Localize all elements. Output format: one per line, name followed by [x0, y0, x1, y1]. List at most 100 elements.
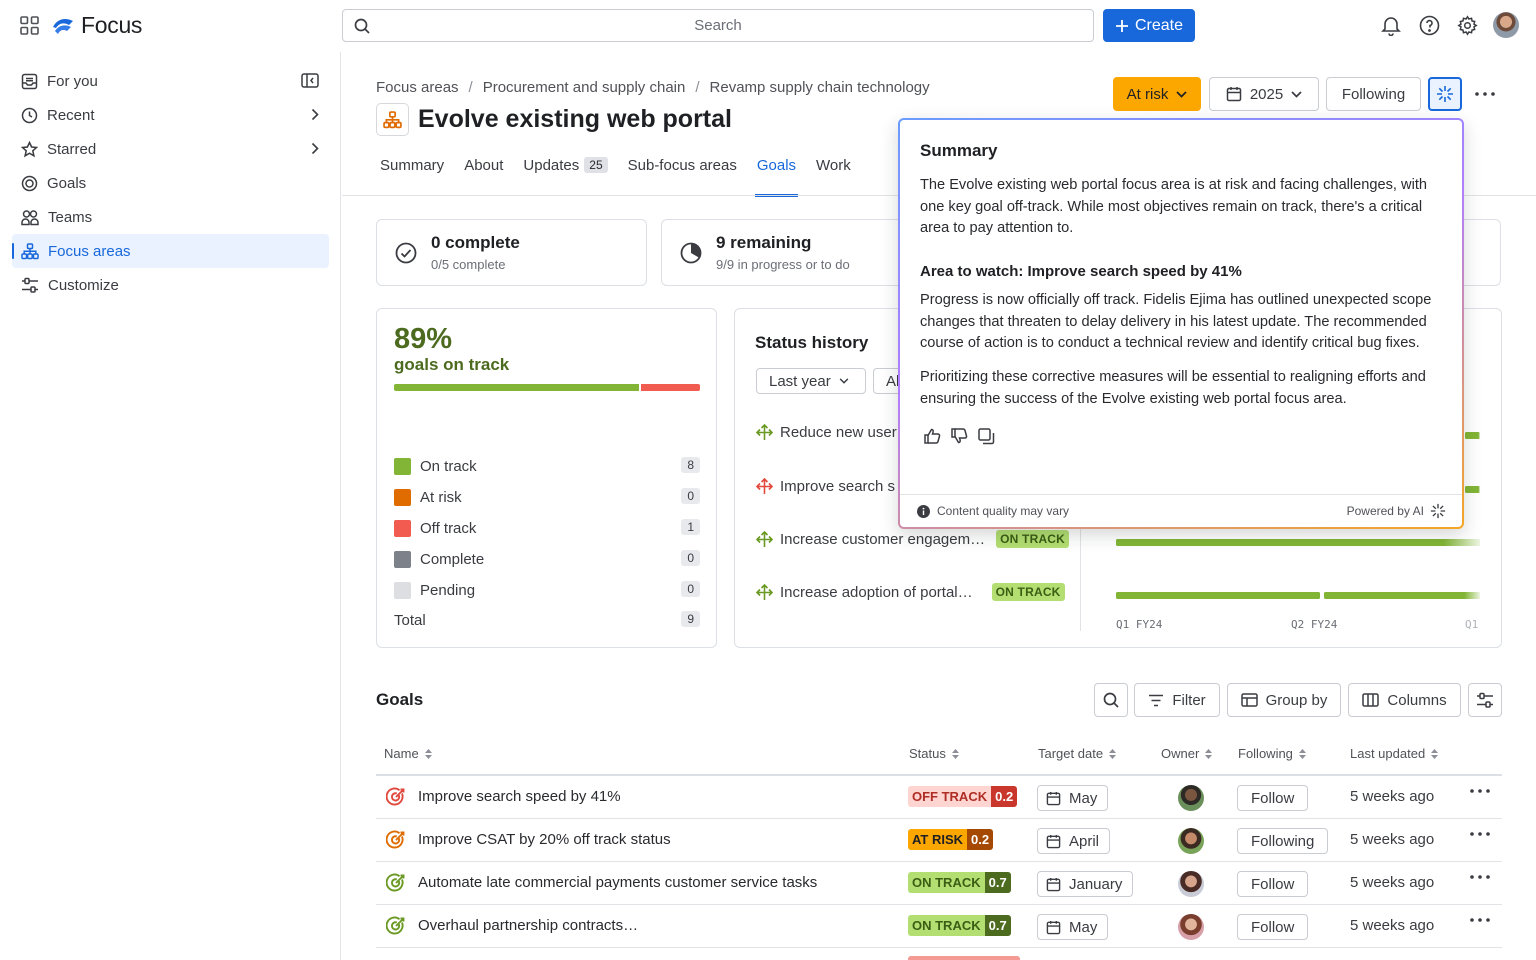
legend-swatch — [394, 581, 411, 599]
legend-row-pending: Pending 0 — [394, 580, 700, 600]
year-dropdown[interactable]: 2025 — [1209, 77, 1319, 111]
star-icon — [21, 140, 38, 157]
chevron-right-icon[interactable] — [311, 108, 319, 121]
sidebar-item-recent[interactable]: Recent — [12, 98, 329, 132]
follow-button[interactable]: Follow — [1237, 785, 1309, 811]
sidebar-item-focus-areas[interactable]: Focus areas — [12, 234, 329, 268]
sidebar-item-goals[interactable]: Goals — [12, 166, 329, 200]
collapse-sidebar-icon[interactable] — [301, 73, 319, 88]
off-track-bar-segment — [641, 384, 700, 391]
group-icon — [1240, 693, 1258, 707]
status-badge: OFF TRACK 0.2 — [908, 786, 1018, 807]
tab-goals[interactable]: Goals — [754, 157, 799, 197]
ai-summary-button[interactable] — [1428, 77, 1462, 111]
more-actions-icon[interactable] — [1475, 92, 1495, 96]
goal-name[interactable]: Improve search speed by 41% — [418, 788, 621, 805]
sort-icon — [951, 748, 959, 759]
copy-icon[interactable] — [978, 428, 995, 445]
app-switcher-icon[interactable] — [20, 16, 39, 35]
owner-avatar[interactable] — [1178, 828, 1204, 854]
thumbs-up-icon[interactable] — [924, 428, 941, 445]
status-badge: ON TRACK 0.7 — [908, 915, 1011, 936]
legend-count: 0 — [681, 581, 700, 597]
settings-gear-icon[interactable] — [1457, 15, 1478, 36]
tab-summary[interactable]: Summary — [380, 157, 444, 197]
goal-name[interactable]: Automate late commercial payments custom… — [418, 874, 817, 891]
breadcrumb-item[interactable]: Procurement and supply chain — [483, 79, 686, 96]
sidebar-item-customize[interactable]: Customize — [12, 268, 329, 302]
follow-button[interactable]: Follow — [1237, 914, 1309, 940]
goal-score: 0.7 — [984, 872, 1011, 893]
tab-about[interactable]: About — [464, 157, 503, 197]
row-more-icon[interactable] — [1470, 875, 1490, 879]
status-badge: AT RISK 0.2 — [908, 829, 994, 850]
target-date-button[interactable]: April — [1037, 828, 1111, 854]
sidebar-item-label: Starred — [47, 140, 97, 158]
thumbs-down-icon[interactable] — [951, 428, 968, 444]
owner-avatar[interactable] — [1178, 914, 1204, 940]
create-button[interactable]: Create — [1103, 9, 1195, 42]
owner-avatar[interactable] — [1178, 785, 1204, 811]
owner-avatar[interactable] — [1178, 871, 1204, 897]
goal-arrows-icon — [756, 583, 773, 600]
target-date-button[interactable]: May — [1037, 785, 1109, 811]
user-avatar[interactable] — [1493, 12, 1519, 38]
view-settings-button[interactable] — [1468, 683, 1502, 717]
table-row[interactable]: Improve CSAT by 20% off track status AT … — [376, 819, 1502, 862]
columns-button[interactable]: Columns — [1348, 683, 1461, 717]
sidebar-item-label: Teams — [48, 208, 93, 226]
status-badge: ON TRACK 0.7 — [908, 872, 1011, 893]
row-more-icon[interactable] — [1470, 789, 1490, 793]
table-row[interactable]: Overhaul partnership contracts… ON TRACK… — [376, 905, 1502, 948]
target-date-button[interactable]: January — [1037, 871, 1134, 897]
sidebar-item-starred[interactable]: Starred — [12, 132, 329, 166]
follow-button[interactable]: Follow — [1237, 871, 1309, 897]
column-header-owner[interactable]: Owner — [1161, 746, 1213, 761]
calendar-icon — [1046, 877, 1061, 891]
goal-name[interactable]: Improve CSAT by 20% off track status — [418, 831, 671, 848]
goal-name[interactable]: Overhaul partnership contracts… — [418, 917, 638, 934]
column-header-name[interactable]: Name — [384, 746, 432, 761]
sidebar-item-teams[interactable]: Teams — [12, 200, 329, 234]
search-input[interactable]: Search — [342, 9, 1094, 42]
app-logo[interactable]: Focus — [51, 12, 142, 39]
powered-by-label: Powered by AI — [1346, 504, 1424, 518]
breadcrumb-item[interactable]: Revamp supply chain technology — [710, 79, 930, 96]
history-goal-row[interactable]: Increase customer engagem… ON TRACK — [756, 529, 1076, 549]
column-header-status[interactable]: Status — [909, 746, 959, 761]
column-header-last-updated[interactable]: Last updated — [1350, 746, 1439, 761]
table-row[interactable]: Automate late commercial payments custom… — [376, 862, 1502, 905]
legend-count: 1 — [681, 519, 700, 535]
column-header-target-date[interactable]: Target date — [1038, 746, 1117, 761]
sidebar-item-for-you[interactable]: For you — [12, 64, 329, 98]
group-by-button[interactable]: Group by — [1227, 683, 1341, 717]
tab-sub-focus-areas[interactable]: Sub-focus areas — [628, 157, 737, 197]
ai-sparkle-icon — [1430, 503, 1446, 519]
target-date-button[interactable]: May — [1037, 914, 1109, 940]
filter-button[interactable]: Filter — [1134, 683, 1220, 717]
sliders-icon — [1477, 692, 1493, 708]
breadcrumb-item[interactable]: Focus areas — [376, 79, 459, 96]
row-more-icon[interactable] — [1470, 918, 1490, 922]
status-dropdown[interactable]: At risk — [1113, 77, 1201, 111]
table-row[interactable]: Improve search speed by 41% OFF TRACK 0.… — [376, 776, 1502, 819]
tab-updates[interactable]: Updates 25 — [523, 157, 608, 197]
tab-work[interactable]: Work — [816, 157, 851, 197]
goal-score: 0.2 — [991, 786, 1018, 807]
chevron-down-icon — [839, 378, 849, 384]
chevron-right-icon[interactable] — [311, 142, 319, 155]
following-button[interactable]: Following — [1326, 77, 1421, 111]
sidebar-item-label: Recent — [47, 106, 95, 124]
timeframe-dropdown[interactable]: Last year — [756, 368, 866, 394]
help-icon[interactable] — [1419, 15, 1440, 36]
row-more-icon[interactable] — [1470, 832, 1490, 836]
notifications-icon[interactable] — [1381, 15, 1401, 36]
follow-button[interactable]: Following — [1237, 828, 1329, 854]
column-header-following[interactable]: Following — [1238, 746, 1306, 761]
goals-search-button[interactable] — [1094, 683, 1128, 717]
history-goal-row[interactable]: Increase adoption of portal… ON TRACK — [756, 582, 1076, 602]
search-placeholder: Search — [694, 17, 742, 34]
goals-section-title: Goals — [376, 690, 424, 709]
status-lozenge: ON TRACK — [908, 915, 985, 936]
history-status-bar — [1324, 592, 1480, 599]
